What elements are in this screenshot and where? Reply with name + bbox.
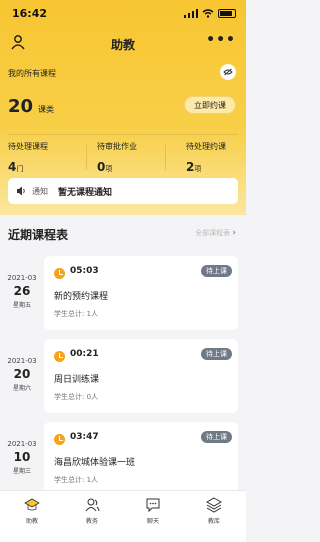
tab-academic[interactable]: 教务	[72, 497, 112, 525]
schedule-row: 2021-03 20 星期六 00:21 待上课 周日训练课 学生总计: 0人	[0, 339, 246, 413]
battery-icon	[218, 8, 236, 18]
notice-text: 暂无课程通知	[58, 187, 113, 198]
date-day: 10	[13, 450, 31, 464]
status-badge: 待上课	[201, 348, 232, 360]
nav-bar: 助教 •••	[0, 32, 246, 54]
stat-unit: 项	[194, 165, 202, 173]
stat-label: 待处理约课	[186, 142, 226, 151]
course-title: 海昌欣城体验课一班	[54, 458, 136, 468]
schedule-row: 2021-03 26 星期五 05:03 待上课 新的预约课程 学生总计: 1人	[0, 256, 246, 330]
date-weekday: 星期六	[12, 385, 31, 392]
date-day: 20	[13, 367, 31, 381]
tab-label: 教库	[207, 518, 220, 525]
visibility-toggle-button[interactable]	[220, 64, 236, 80]
course-time: 05:03	[70, 266, 99, 276]
row-date: 2021-03 20 星期六	[0, 357, 44, 392]
student-count: 学生总计: 1人	[54, 476, 99, 484]
layers-icon	[206, 497, 222, 513]
all-courses-label: 我的所有课程	[8, 69, 56, 78]
stat-label: 待处理课程	[8, 142, 48, 151]
date-day: 26	[13, 284, 31, 298]
status-time: 16:42	[12, 6, 48, 20]
people-icon	[85, 498, 100, 512]
divider	[165, 144, 166, 170]
course-card[interactable]: 03:47 待上课 海昌欣城体验课一班 学生总计: 1人	[44, 422, 238, 496]
date-year-month: 2021-03	[7, 274, 37, 282]
stat-pending-homework[interactable]: 待审批作业 0项	[97, 141, 137, 175]
row-date: 2021-03 10 星期三	[0, 440, 44, 475]
course-time: 00:21	[70, 349, 99, 359]
stat-unit: 门	[16, 165, 24, 173]
all-schedule-label: 全部课程表	[195, 229, 231, 237]
tab-library[interactable]: 教库	[194, 497, 234, 525]
tab-label: 聊天	[146, 518, 159, 525]
course-card[interactable]: 05:03 待上课 新的预约课程 学生总计: 1人	[44, 256, 238, 330]
tab-label: 助教	[25, 518, 38, 525]
course-card[interactable]: 00:21 待上课 周日训练课 学生总计: 0人	[44, 339, 238, 413]
student-count: 学生总计: 0人	[54, 393, 99, 401]
stat-unit: 项	[105, 165, 113, 173]
mortarboard-icon	[24, 498, 40, 511]
course-title: 周日训练课	[54, 375, 100, 385]
tab-bar: 助教 教务 聊天 教库	[0, 490, 246, 542]
tab-label: 教务	[85, 518, 98, 525]
more-menu-icon[interactable]: •••	[206, 32, 236, 48]
status-bar: 16:42	[12, 6, 236, 20]
status-badge: 待上课	[201, 265, 232, 277]
divider	[86, 144, 87, 170]
date-year-month: 2021-03	[7, 357, 37, 365]
chevron-right-icon: ›	[232, 228, 236, 238]
eye-off-icon	[223, 68, 233, 76]
book-now-button[interactable]: 立即约课	[184, 96, 236, 114]
course-count-unit: 课类	[38, 105, 54, 114]
clock-icon	[54, 351, 65, 362]
course-time: 03:47	[70, 432, 99, 442]
date-weekday: 星期三	[12, 468, 31, 475]
schedule-row: 2021-03 10 星期三 03:47 待上课 海昌欣城体验课一班 学生总计:…	[0, 422, 246, 496]
wifi-icon	[202, 8, 214, 18]
signal-icon	[184, 8, 198, 18]
course-title: 新的预约课程	[54, 292, 109, 302]
all-schedule-link[interactable]: 全部课程表 ›	[195, 228, 236, 238]
row-date: 2021-03 26 星期五	[0, 274, 44, 309]
date-weekday: 星期五	[12, 302, 31, 309]
schedule-title: 近期课程表	[8, 228, 69, 242]
student-count: 学生总计: 1人	[54, 310, 99, 318]
stat-label: 待审批作业	[97, 142, 137, 151]
notice-tag: 通知	[32, 186, 48, 196]
clock-icon	[54, 434, 65, 445]
tab-chat[interactable]: 聊天	[133, 497, 173, 525]
stat-pending-courses[interactable]: 待处理课程 4门	[8, 141, 48, 175]
divider	[8, 134, 238, 135]
chat-icon	[146, 498, 160, 513]
tab-assistant[interactable]: 助教	[12, 497, 52, 525]
speaker-icon	[17, 186, 25, 196]
course-notice-bar[interactable]: 通知 暂无课程通知	[8, 178, 238, 204]
status-badge: 待上课	[201, 431, 232, 443]
course-count: 20	[8, 96, 34, 117]
stat-pending-bookings[interactable]: 待处理约课 2项	[186, 141, 226, 175]
date-year-month: 2021-03	[7, 440, 37, 448]
clock-icon	[54, 268, 65, 279]
